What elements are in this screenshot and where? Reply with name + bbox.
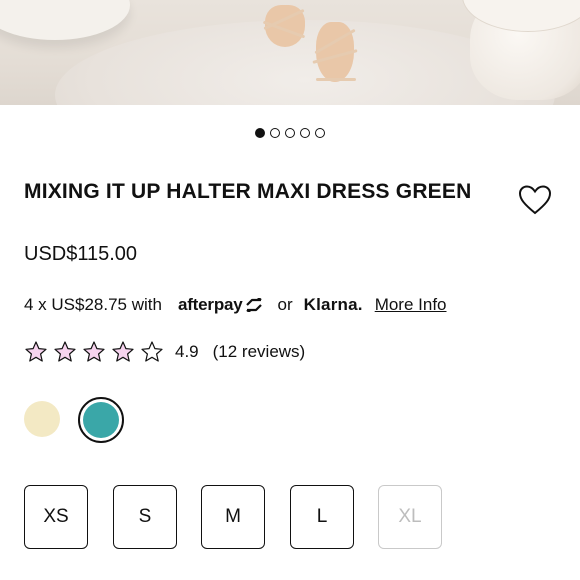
carousel-dot[interactable] <box>255 128 265 138</box>
carousel-dots <box>0 128 580 138</box>
installment-row: 4 x US$28.75 with afterpay or Klarna. Mo… <box>24 295 447 315</box>
size-button-s[interactable]: S <box>113 485 177 549</box>
rating-value: 4.9 <box>175 342 199 361</box>
size-button-xs[interactable]: XS <box>24 485 88 549</box>
star-icon <box>83 341 105 362</box>
installment-text: 4 x US$28.75 with <box>24 295 162 314</box>
star-icon <box>25 341 47 362</box>
cream-swatch[interactable] <box>24 401 60 437</box>
star-outline-icon <box>141 341 163 362</box>
afterpay-label: afterpay <box>177 295 243 314</box>
star-icon <box>54 341 76 362</box>
carousel-dot[interactable] <box>315 128 325 138</box>
green-swatch[interactable] <box>78 397 124 443</box>
more-info-link[interactable]: More Info <box>375 295 447 315</box>
product-image[interactable] <box>0 0 580 105</box>
size-button-m[interactable]: M <box>201 485 265 549</box>
carousel-dot[interactable] <box>300 128 310 138</box>
carousel-dot[interactable] <box>270 128 280 138</box>
star-icon <box>112 341 134 362</box>
or-text: or <box>277 295 293 314</box>
afterpay-logo: afterpay <box>178 295 263 315</box>
size-button-xl[interactable]: XL <box>378 485 442 549</box>
product-price: USD$115.00 <box>24 243 138 265</box>
klarna-logo: Klarna. <box>303 295 363 314</box>
heart-icon[interactable] <box>518 184 552 216</box>
green-swatch-fill <box>83 402 119 438</box>
size-button-l[interactable]: L <box>290 485 354 549</box>
carousel-dot[interactable] <box>285 128 295 138</box>
afterpay-arrows-icon <box>245 298 262 312</box>
rating-row[interactable]: 4.9 (12 reviews) <box>24 340 305 364</box>
left-stool <box>0 0 130 40</box>
product-title: MIXING IT UP HALTER MAXI DRESS GREEN <box>24 180 472 203</box>
review-count-link[interactable]: (12 reviews) <box>213 342 306 362</box>
right-strap <box>316 78 356 81</box>
